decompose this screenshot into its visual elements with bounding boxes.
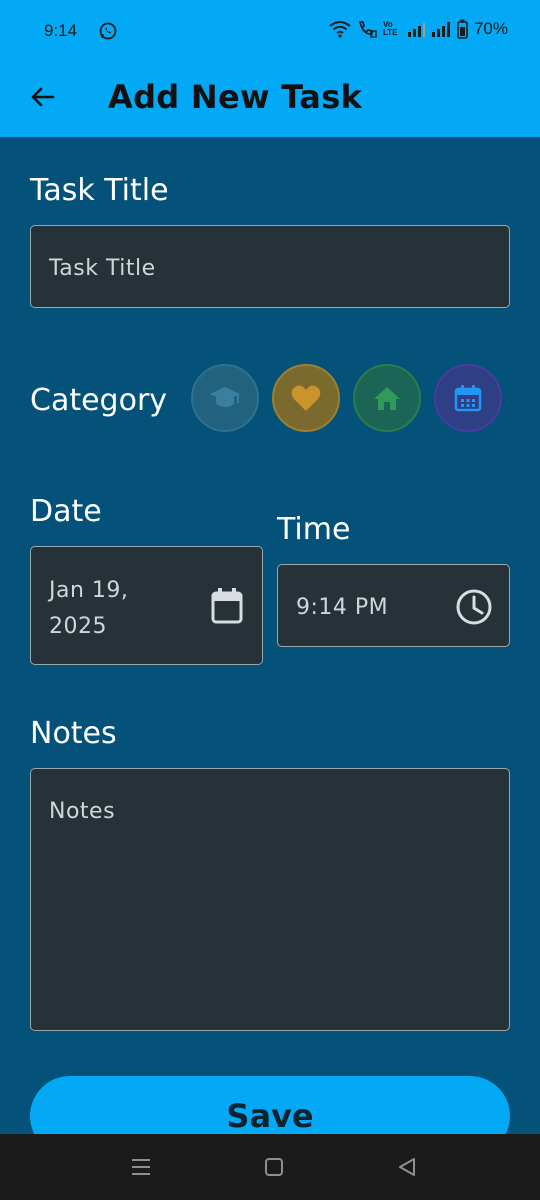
- time-value: 9:14 PM: [296, 595, 389, 620]
- task-title-input[interactable]: Task Title: [30, 225, 510, 308]
- app-bar: Add New Task: [0, 62, 540, 137]
- graduation-cap-icon: [210, 387, 240, 407]
- arrow-back-icon: [31, 87, 55, 107]
- task-title-placeholder: Task Title: [49, 256, 156, 281]
- triangle-back-icon: [399, 1158, 415, 1176]
- date-value-line1: Jan 19,: [49, 578, 129, 603]
- notes-placeholder: Notes: [49, 799, 116, 824]
- signal-icon-1: [407, 21, 425, 37]
- status-icons: Vo LTE 70%: [329, 19, 508, 39]
- wifi-call-icon: [357, 20, 377, 38]
- notes-label: Notes: [30, 716, 117, 751]
- battery-icon: [457, 19, 468, 39]
- category-label: Category: [30, 383, 168, 418]
- volte-icon: Vo LTE: [382, 20, 398, 37]
- battery-percent: 70%: [473, 19, 508, 38]
- date-value: Jan 19, 2025: [49, 573, 128, 645]
- heart-icon: [291, 385, 321, 411]
- category-study-button[interactable]: [191, 364, 259, 432]
- category-health-button[interactable]: [272, 364, 340, 432]
- date-field[interactable]: Jan 19, 2025: [30, 546, 263, 665]
- square-icon: [265, 1158, 283, 1176]
- back-nav-button[interactable]: [396, 1156, 418, 1182]
- task-title-label: Task Title: [30, 173, 169, 208]
- back-button[interactable]: [26, 80, 60, 114]
- whatsapp-icon: [98, 21, 118, 41]
- category-home-button[interactable]: [353, 364, 421, 432]
- home-icon: [374, 387, 400, 410]
- date-label: Date: [30, 494, 102, 529]
- calendar-icon: [454, 385, 482, 412]
- home-nav-button[interactable]: [263, 1156, 285, 1182]
- status-time: 9:14: [44, 21, 78, 40]
- time-label: Time: [277, 512, 351, 547]
- signal-icon-2: [431, 21, 451, 37]
- category-calendar-button[interactable]: [434, 364, 502, 432]
- time-field[interactable]: 9:14 PM: [277, 564, 510, 647]
- status-bar: 9:14 Vo LTE 70%: [0, 0, 540, 62]
- clock-icon[interactable]: [455, 588, 493, 632]
- system-nav-bar: [0, 1134, 540, 1200]
- wifi-icon: [329, 20, 351, 38]
- date-value-line2: 2025: [49, 614, 107, 639]
- recents-button[interactable]: [130, 1156, 152, 1182]
- calendar-picker-icon[interactable]: [210, 587, 244, 631]
- menu-lines-icon: [132, 1159, 150, 1175]
- notes-input[interactable]: Notes: [30, 768, 510, 1031]
- page-title: Add New Task: [108, 78, 363, 116]
